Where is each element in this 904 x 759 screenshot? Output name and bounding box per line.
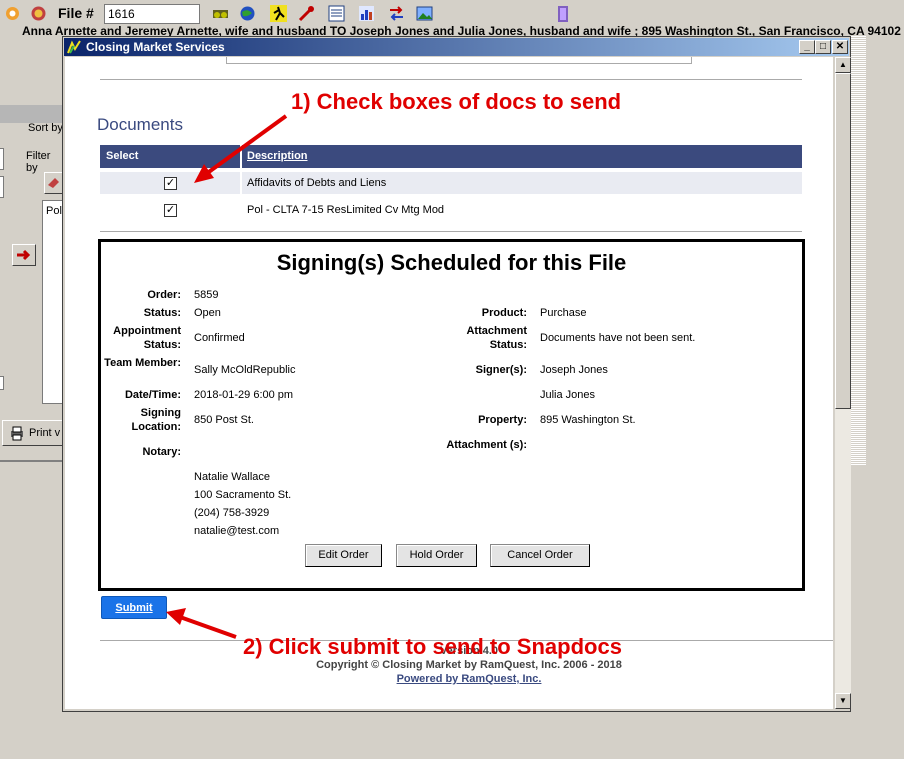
step-two-callout: 2) Click submit to send to Snapdocs: [243, 634, 622, 659]
step-one-callout: 1) Check boxes of docs to send: [291, 89, 622, 114]
arrow-to-submit: [166, 608, 237, 639]
arrow-to-checkbox: [194, 114, 288, 183]
